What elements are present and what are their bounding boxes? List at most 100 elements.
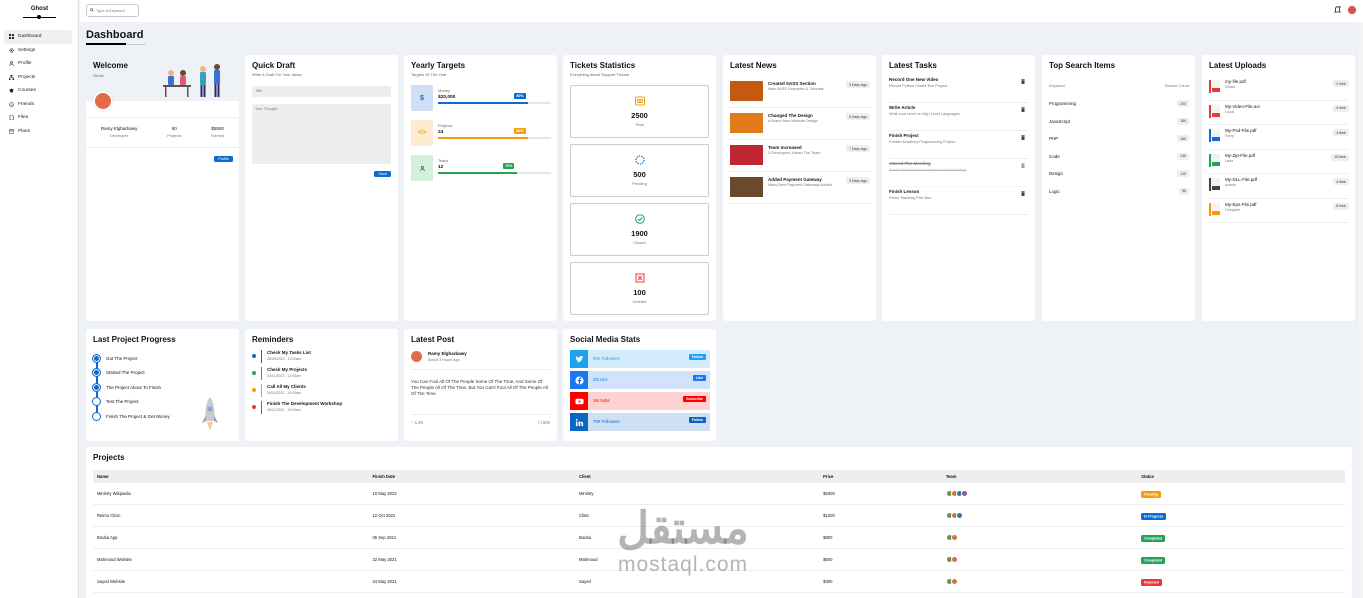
search-item-row: Design 110 bbox=[1049, 165, 1189, 183]
progress-step: Got The Project bbox=[92, 351, 202, 366]
file-type-icon bbox=[1209, 202, 1220, 216]
target-percent-badge: 80% bbox=[514, 128, 526, 134]
table-cell-name: Arena Application bbox=[93, 592, 369, 598]
step-done-icon bbox=[92, 353, 101, 363]
twitter-icon bbox=[570, 350, 588, 368]
welcome-card: Welcome Ghost Ramy Elgharbawy Developer 5… bbox=[86, 55, 239, 321]
upload-item[interactable]: My-Eps-File.pdf Designer 8.9mb bbox=[1209, 199, 1349, 223]
projects-card: Projects Name Finish Date Client Price Team S… bbox=[86, 447, 1352, 598]
profile-button[interactable]: Profile bbox=[214, 156, 233, 162]
reminder-dot bbox=[252, 371, 256, 375]
sidebar-item-profile[interactable]: Profile bbox=[4, 57, 72, 71]
table-row[interactable]: Arena Application01 Mar 2021Arena Compan… bbox=[93, 592, 1345, 598]
sidebar-item-friends[interactable]: Friends bbox=[4, 98, 72, 112]
step-label: Test The Project bbox=[106, 399, 139, 405]
search-count: 110 bbox=[1177, 170, 1189, 178]
target-progress-track bbox=[438, 102, 551, 104]
sidebar: Ghost Dashboard Settings Profile Projects Co… bbox=[0, 0, 79, 598]
trash-icon[interactable] bbox=[1021, 135, 1025, 142]
reminder-bar bbox=[261, 384, 262, 397]
table-cell-price: $600 bbox=[819, 548, 942, 571]
page-scrollbar[interactable] bbox=[1359, 22, 1363, 598]
table-row[interactable]: Reimo Clinic 12 Oct 2021 Clinic $1200 In Pro… bbox=[93, 504, 1345, 527]
table-cell-name: Ministry Wikipedia bbox=[93, 483, 369, 505]
save-draft-button[interactable]: Save bbox=[374, 171, 391, 177]
upload-item[interactable]: My-Video-File.avi Local 4.9mb bbox=[1209, 101, 1349, 125]
table-row[interactable]: Bouba App 05 Sep 2021 Bouba $800 Completed bbox=[93, 526, 1345, 549]
table-cell-price: $5300 bbox=[819, 483, 942, 505]
news-item[interactable]: Created SASS Section New SASS Examples & … bbox=[730, 80, 870, 108]
file-icon bbox=[8, 115, 14, 121]
search-input[interactable]: Type A Keyword bbox=[86, 4, 139, 17]
post-likes[interactable]: ♡1.8K bbox=[411, 420, 423, 425]
upload-user: Ghost bbox=[1225, 85, 1236, 89]
targets-list: $ Money $20,000 80% </> Projects 24 80% Team 12 70… bbox=[411, 85, 551, 190]
ticket-value: 500 bbox=[633, 170, 646, 179]
table-cell-name: Sayed Website bbox=[93, 570, 369, 593]
news-item[interactable]: Added Payment Gateway Many New Payment Ga… bbox=[730, 176, 870, 204]
post-comments[interactable]: 🗨︎500 bbox=[538, 420, 550, 426]
trash-icon[interactable] bbox=[1021, 107, 1025, 114]
notification-bell-icon[interactable] bbox=[1333, 6, 1342, 16]
task-desc: Record Python Create Exe Project bbox=[889, 84, 948, 88]
search-keyword: JavaScript bbox=[1049, 118, 1071, 124]
upload-item[interactable]: My-DLL-File.pdf Admin 4.9mb bbox=[1209, 174, 1349, 199]
diagram-icon bbox=[8, 74, 14, 80]
table-row[interactable]: Mahmoud Website 22 May 2021 Mahmoud $600 Com… bbox=[93, 548, 1345, 571]
social-row: 2M Like Like bbox=[570, 371, 710, 389]
user-avatar[interactable] bbox=[1347, 5, 1357, 15]
draft-body-textarea[interactable]: Your Thought bbox=[252, 104, 391, 164]
search-item-row: Programming 200 bbox=[1049, 95, 1189, 113]
upload-item[interactable]: my-file.pdf Ghost 2.9mb bbox=[1209, 76, 1349, 101]
dollar-icon: $ bbox=[411, 85, 433, 111]
target-label: Team bbox=[438, 158, 448, 163]
table-row[interactable]: Ministry Wikipedia 10 May 2022 Ministry $53… bbox=[93, 483, 1345, 505]
social-stat-text: 2M Like bbox=[593, 377, 608, 382]
sidebar-item-courses[interactable]: Courses bbox=[4, 84, 72, 98]
sidebar-item-projects[interactable]: Projects bbox=[4, 71, 72, 85]
table-row[interactable]: Sayed Website 24 May 2021 Sayed $300 Rejecte… bbox=[93, 570, 1345, 593]
team-avatar bbox=[950, 556, 958, 563]
reminder-title: Call All My Clients bbox=[267, 384, 306, 389]
upload-filename: My-Video-File.avi bbox=[1225, 103, 1260, 109]
table-cell-client: Clinic bbox=[575, 504, 820, 527]
upload-item[interactable]: My-Psd-File.pdf Farry 4.5mb bbox=[1209, 125, 1349, 150]
draft-title-input[interactable]: Title bbox=[252, 86, 391, 97]
latest-tasks-title: Latest Tasks bbox=[889, 61, 937, 70]
search-keyword: Logic bbox=[1049, 188, 1060, 194]
news-title: Created SASS Section bbox=[768, 81, 816, 86]
search-keyword: Design bbox=[1049, 171, 1064, 177]
sidebar-item-files[interactable]: Files bbox=[4, 111, 72, 125]
trash-icon[interactable] bbox=[1021, 163, 1025, 170]
upload-item[interactable]: My-Zip-File.pdf User 10.9mb bbox=[1209, 150, 1349, 174]
social-action-button[interactable]: Subscribe bbox=[683, 396, 706, 402]
news-item[interactable]: Team Increased 3 Developers Joined The Te… bbox=[730, 144, 870, 172]
latest-post-card: Latest Post Ramy Elgharbawy About 3 Hour… bbox=[404, 329, 557, 441]
social-action-button[interactable]: Follow bbox=[688, 354, 706, 360]
table-cell-status: Completed bbox=[1137, 548, 1345, 571]
page-title-underline bbox=[86, 43, 126, 45]
trash-icon[interactable] bbox=[1021, 191, 1025, 198]
reminder-item: Check My Tasks List 28/09/2022 - 12:00am bbox=[252, 350, 392, 367]
reminder-date: 05/11/2022 - 12:00am bbox=[267, 391, 301, 395]
table-header-cell: Name bbox=[93, 470, 369, 483]
trash-icon[interactable] bbox=[1021, 79, 1025, 86]
sidebar-item-plans[interactable]: Plans bbox=[4, 125, 72, 139]
news-date-tag: 7 Days Ago bbox=[846, 145, 870, 152]
logo-dot bbox=[37, 15, 41, 19]
sidebar-item-settings[interactable]: Settings bbox=[4, 44, 72, 58]
social-stats-title: Social Media Stats bbox=[570, 335, 641, 344]
step-current-icon bbox=[92, 397, 101, 407]
table-cell-date: 12 Oct 2021 bbox=[368, 504, 576, 527]
social-action-button[interactable]: Follow bbox=[688, 417, 706, 423]
progress-step: Started The Project bbox=[92, 366, 202, 381]
sidebar-item-dashboard[interactable]: Dashboard bbox=[4, 30, 72, 44]
news-item[interactable]: Changed The Design A Brand New Website De… bbox=[730, 112, 870, 140]
task-item: Finish Project Publish Academy Programmin… bbox=[889, 131, 1029, 159]
ticket-label: Closed bbox=[633, 240, 646, 245]
table-cell-status: Completed bbox=[1137, 526, 1345, 549]
social-action-button[interactable]: Like bbox=[692, 375, 706, 381]
ticket-box: 100 Deleted bbox=[570, 262, 709, 315]
gear-icon bbox=[8, 47, 14, 53]
sidebar-item-label: Profile bbox=[18, 61, 32, 67]
